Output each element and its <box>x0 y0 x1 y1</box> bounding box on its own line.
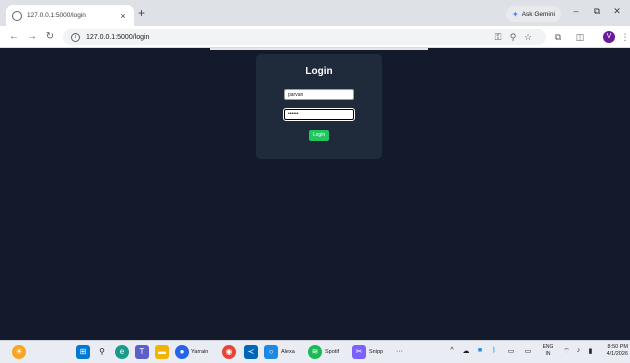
weather-icon[interactable]: ☀ <box>12 345 26 359</box>
clock-date: 4/1/2026 <box>606 351 628 357</box>
onedrive-icon[interactable]: ☁ <box>462 347 470 355</box>
split-view-icon[interactable]: ◫ <box>574 31 586 43</box>
login-title: Login <box>305 66 333 77</box>
start-icon[interactable]: ⊞ <box>76 345 90 359</box>
extensions-icon[interactable]: ⧉ <box>552 31 564 43</box>
site-info-icon[interactable]: i <box>71 32 80 42</box>
gemini-spark-icon: ✦ <box>512 9 519 19</box>
close-window-button[interactable]: ✕ <box>607 6 627 17</box>
forward-button[interactable]: → <box>26 31 38 43</box>
clock-time: 8:50 PM <box>607 344 628 350</box>
battery-icon[interactable]: ▮ <box>586 347 595 355</box>
url-text: 127.0.0.1:5000/login <box>86 33 150 41</box>
password-input[interactable]: •••••• <box>283 108 355 121</box>
tab-title: 127.0.0.1:5000/login <box>27 12 86 19</box>
page-top-divider <box>210 48 428 50</box>
yarrain-app-icon[interactable]: ● <box>175 345 189 359</box>
chrome-icon[interactable]: ◉ <box>222 345 236 359</box>
address-bar[interactable]: i 127.0.0.1:5000/login <box>63 29 546 45</box>
search-icon[interactable]: ⚲ <box>95 345 109 359</box>
tab-strip: 127.0.0.1:5000/login × + ✦ Ask Gemini – … <box>0 0 630 26</box>
menu-icon[interactable]: ⋮ <box>619 31 630 43</box>
wifi-icon[interactable]: ⌔ <box>562 347 571 356</box>
username-input[interactable] <box>284 89 354 100</box>
login-card: Login •••••• Login <box>256 54 382 159</box>
browser-tab[interactable]: 127.0.0.1:5000/login × <box>6 5 134 26</box>
language-region: IN <box>545 351 551 357</box>
spotify-icon[interactable]: ≋ <box>308 345 322 359</box>
bookmark-star-icon[interactable]: ☆ <box>522 31 534 43</box>
volume-icon[interactable]: ♪ <box>574 347 583 354</box>
browser-toolbar: ← → ↻ i 127.0.0.1:5000/login ⚿ ⚲ ☆ ⧉ ◫ ⋮ <box>0 26 630 48</box>
page-content: Login •••••• Login <box>0 48 630 340</box>
ask-gemini-label: Ask Gemini <box>521 10 555 18</box>
show-hidden-icons[interactable]: ^ <box>448 347 456 354</box>
yarrain-label[interactable]: Yarrain <box>191 349 208 355</box>
taskbar: ☀ ⊞ ⚲ e T ▬ ● Yarrain ◉ ≺ ○ Alexa ≋ Spot… <box>0 340 630 363</box>
app-tray-icon[interactable]: ■ <box>476 347 484 354</box>
globe-icon <box>12 10 22 21</box>
restore-button[interactable]: ⧉ <box>587 6 607 17</box>
bluetooth-icon[interactable]: ᛒ <box>490 347 498 354</box>
language-code: ENG <box>542 344 554 350</box>
tab-close-button[interactable]: × <box>118 11 128 21</box>
alexa-label[interactable]: Alexa <box>281 349 295 355</box>
ask-gemini-button[interactable]: ✦ Ask Gemini <box>506 6 561 22</box>
clock[interactable]: 8:50 PM 4/1/2026 <box>600 344 628 358</box>
tray-window-icon[interactable]: ▭ <box>506 347 516 355</box>
profile-avatar[interactable]: V <box>603 31 615 43</box>
tray-window-icon-2[interactable]: ▭ <box>523 347 533 355</box>
snipping-label[interactable]: Snipp <box>369 349 383 355</box>
teams-icon[interactable]: T <box>135 345 149 359</box>
spotify-label[interactable]: Spotif <box>325 349 339 355</box>
more-apps-button[interactable]: ··· <box>396 348 403 355</box>
language-indicator[interactable]: ENG IN <box>540 344 556 358</box>
back-button[interactable]: ← <box>8 31 20 43</box>
reload-button[interactable]: ↻ <box>44 31 56 43</box>
alexa-app-icon[interactable]: ○ <box>264 345 278 359</box>
login-button[interactable]: Login <box>309 130 329 141</box>
file-explorer-icon[interactable]: ▬ <box>155 345 169 359</box>
minimize-button[interactable]: – <box>566 6 586 16</box>
vscode-icon[interactable]: ≺ <box>244 345 258 359</box>
password-key-icon[interactable]: ⚿ <box>492 31 504 43</box>
edge-icon[interactable]: e <box>115 345 129 359</box>
zoom-icon[interactable]: ⚲ <box>507 31 519 43</box>
snipping-tool-icon[interactable]: ✂ <box>352 345 366 359</box>
new-tab-button[interactable]: + <box>138 6 145 20</box>
